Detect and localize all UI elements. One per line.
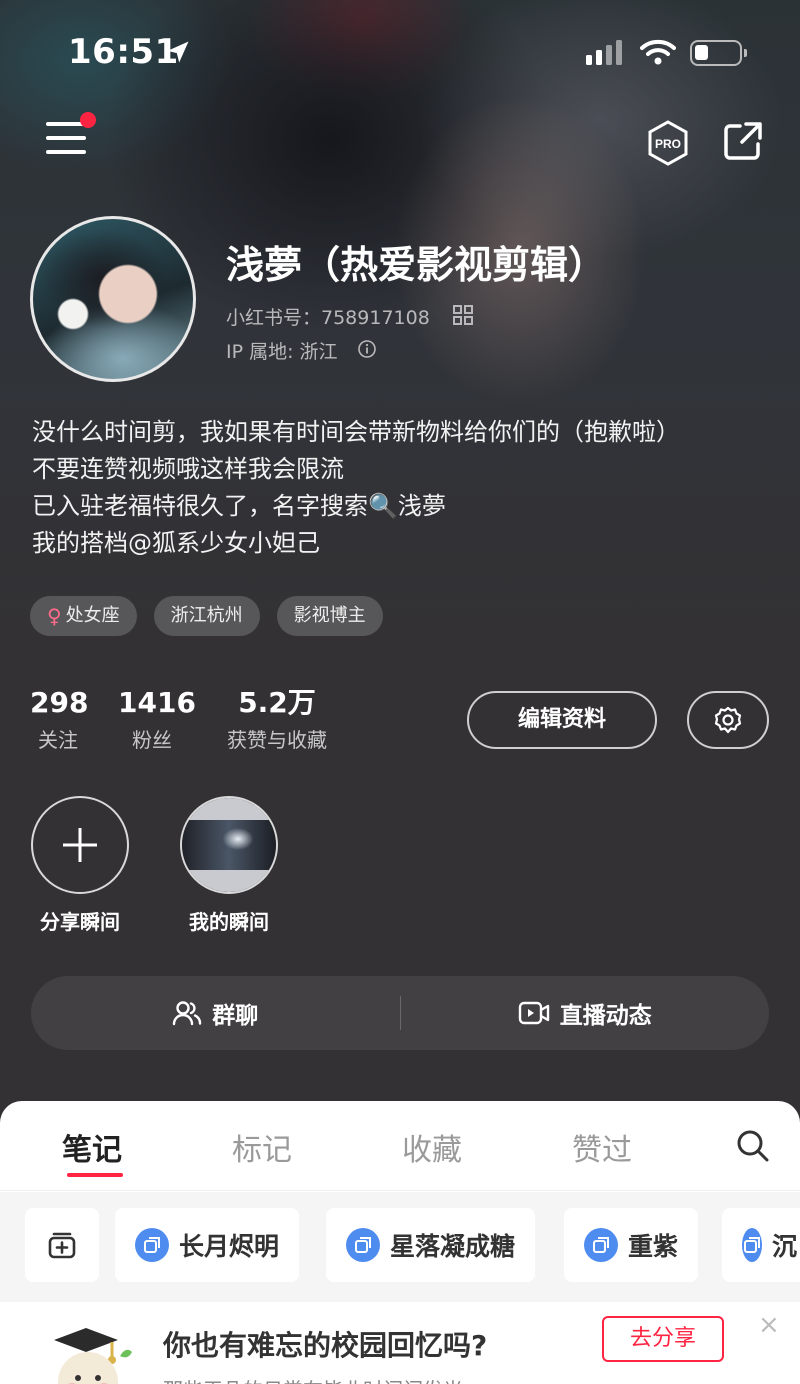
stat-followers[interactable]: 1416 粉丝 bbox=[118, 686, 196, 753]
plus-icon bbox=[63, 828, 97, 862]
stat-value: 5.2万 bbox=[238, 686, 316, 719]
menu-icon-bar bbox=[46, 136, 86, 140]
tag-label: 影视博主 bbox=[293, 605, 366, 626]
location-arrow-icon bbox=[167, 41, 189, 63]
stat-value: 298 bbox=[30, 686, 89, 719]
collection-icon bbox=[135, 1228, 169, 1262]
female-icon: ♀ bbox=[47, 604, 62, 628]
new-collection-button[interactable] bbox=[25, 1208, 99, 1282]
collection-icon bbox=[346, 1228, 380, 1262]
wifi-icon bbox=[640, 39, 676, 65]
stat-likes-collections[interactable]: 5.2万 获赞与收藏 bbox=[218, 686, 336, 753]
group-chat-label: 群聊 bbox=[212, 1003, 259, 1029]
promo-subtitle: 那些平凡的日常在毕业时闪闪发光 bbox=[163, 1374, 463, 1384]
share-icon[interactable] bbox=[722, 120, 764, 162]
live-updates-label: 直播动态 bbox=[559, 1003, 652, 1029]
promo-card: 你也有难忘的校园回忆吗? 那些平凡的日常在毕业时闪闪发光 去分享 × bbox=[10, 1302, 790, 1384]
group-icon bbox=[173, 1001, 202, 1026]
collection-chip[interactable]: 重紫 bbox=[564, 1208, 699, 1282]
moment-label: 我的瞬间 bbox=[189, 910, 269, 934]
collection-chip[interactable]: 星落凝成糖 bbox=[326, 1208, 536, 1282]
collection-label: 重紫 bbox=[628, 1232, 679, 1261]
add-collection-icon bbox=[48, 1232, 76, 1259]
avatar[interactable] bbox=[30, 216, 196, 382]
tag-label: 浙江杭州 bbox=[170, 605, 243, 626]
collection-label: 沉 bbox=[772, 1232, 798, 1261]
collection-icon bbox=[742, 1228, 762, 1262]
svg-text:PRO: PRO bbox=[655, 137, 681, 151]
active-tab-indicator bbox=[67, 1173, 123, 1177]
menu-button[interactable] bbox=[46, 122, 90, 158]
bio-line: 不要连赞视频哦这样我会限流 bbox=[32, 455, 344, 483]
tab-collections[interactable]: 收藏 bbox=[402, 1125, 462, 1169]
content-sheet: 笔记 标记 收藏 赞过 长月烬明 星落凝成糖 重紫 沉 你也有难忘的校园回忆吗?… bbox=[0, 1101, 800, 1384]
stat-following[interactable]: 298 关注 bbox=[30, 686, 89, 753]
tag-zodiac: ♀ 处女座 bbox=[30, 596, 137, 636]
my-moments-button[interactable]: 我的瞬间 bbox=[179, 796, 279, 935]
moment-circle bbox=[31, 796, 129, 894]
profile-nickname: 浅夢（热爱影视剪辑） bbox=[226, 243, 607, 287]
battery-icon bbox=[690, 40, 747, 66]
profile-tabs: 笔记 标记 收藏 赞过 bbox=[0, 1101, 800, 1191]
tag-label: 处女座 bbox=[65, 605, 120, 626]
moment-circle bbox=[180, 796, 278, 894]
info-icon[interactable] bbox=[357, 339, 377, 359]
pro-badge-icon[interactable]: PRO bbox=[646, 120, 690, 166]
tab-notes[interactable]: 笔记 bbox=[62, 1125, 122, 1169]
graduation-mascot-icon bbox=[54, 1328, 132, 1384]
gear-icon bbox=[714, 706, 742, 734]
moment-label: 分享瞬间 bbox=[40, 910, 120, 934]
collection-chip[interactable]: 沉 bbox=[722, 1208, 800, 1282]
stat-label: 获赞与收藏 bbox=[227, 728, 327, 752]
tag-location: 浙江杭州 bbox=[153, 596, 260, 636]
tab-marks[interactable]: 标记 bbox=[232, 1125, 292, 1169]
edit-profile-button[interactable]: 编辑资料 bbox=[467, 691, 657, 749]
cellular-signal-icon bbox=[586, 40, 622, 65]
profile-tags: ♀ 处女座 浙江杭州 影视博主 bbox=[30, 596, 383, 636]
bio-line: 没什么时间剪，我如果有时间会带新物料给你们的（抱歉啦） bbox=[32, 418, 680, 446]
collection-icon bbox=[584, 1228, 618, 1262]
share-moment-button[interactable]: 分享瞬间 bbox=[30, 796, 130, 935]
stat-value: 1416 bbox=[118, 686, 196, 719]
notification-dot bbox=[80, 112, 96, 128]
group-chat-button[interactable]: 群聊 bbox=[31, 996, 400, 1030]
bio-line: 已入驻老福特很久了，名字搜索🔍浅夢 bbox=[32, 492, 446, 520]
search-icon[interactable] bbox=[736, 1129, 770, 1163]
redbook-id: 小红书号：758917108 bbox=[226, 307, 430, 329]
qr-code-icon[interactable] bbox=[453, 305, 473, 325]
moment-thumbnail bbox=[182, 798, 276, 892]
promo-title: 你也有难忘的校园回忆吗? bbox=[163, 1329, 488, 1362]
status-time: 16:51 bbox=[68, 32, 179, 72]
profile-bio: 没什么时间剪，我如果有时间会带新物料给你们的（抱歉啦） 不要连赞视频哦这样我会限… bbox=[32, 414, 680, 562]
live-camera-icon bbox=[518, 1001, 549, 1025]
collection-chip[interactable]: 长月烬明 bbox=[115, 1208, 300, 1282]
collection-label: 长月烬明 bbox=[179, 1232, 280, 1261]
stat-label: 粉丝 bbox=[132, 728, 172, 752]
tag-category: 影视博主 bbox=[276, 596, 383, 636]
status-bar: 16:51 bbox=[0, 0, 800, 100]
stat-label: 关注 bbox=[38, 728, 78, 752]
action-bar: 群聊 直播动态 bbox=[31, 976, 769, 1050]
live-updates-button[interactable]: 直播动态 bbox=[401, 996, 770, 1030]
settings-button[interactable] bbox=[687, 691, 769, 749]
promo-share-button[interactable]: 去分享 bbox=[602, 1316, 724, 1362]
tab-liked[interactable]: 赞过 bbox=[572, 1125, 632, 1169]
bio-line[interactable]: 我的搭档@狐系少女小妲己 bbox=[32, 525, 680, 562]
ip-location: IP 属地: 浙江 bbox=[226, 341, 338, 363]
menu-icon-bar bbox=[46, 150, 86, 154]
collection-label: 星落凝成糖 bbox=[390, 1232, 516, 1261]
close-icon[interactable]: × bbox=[758, 1310, 780, 1340]
